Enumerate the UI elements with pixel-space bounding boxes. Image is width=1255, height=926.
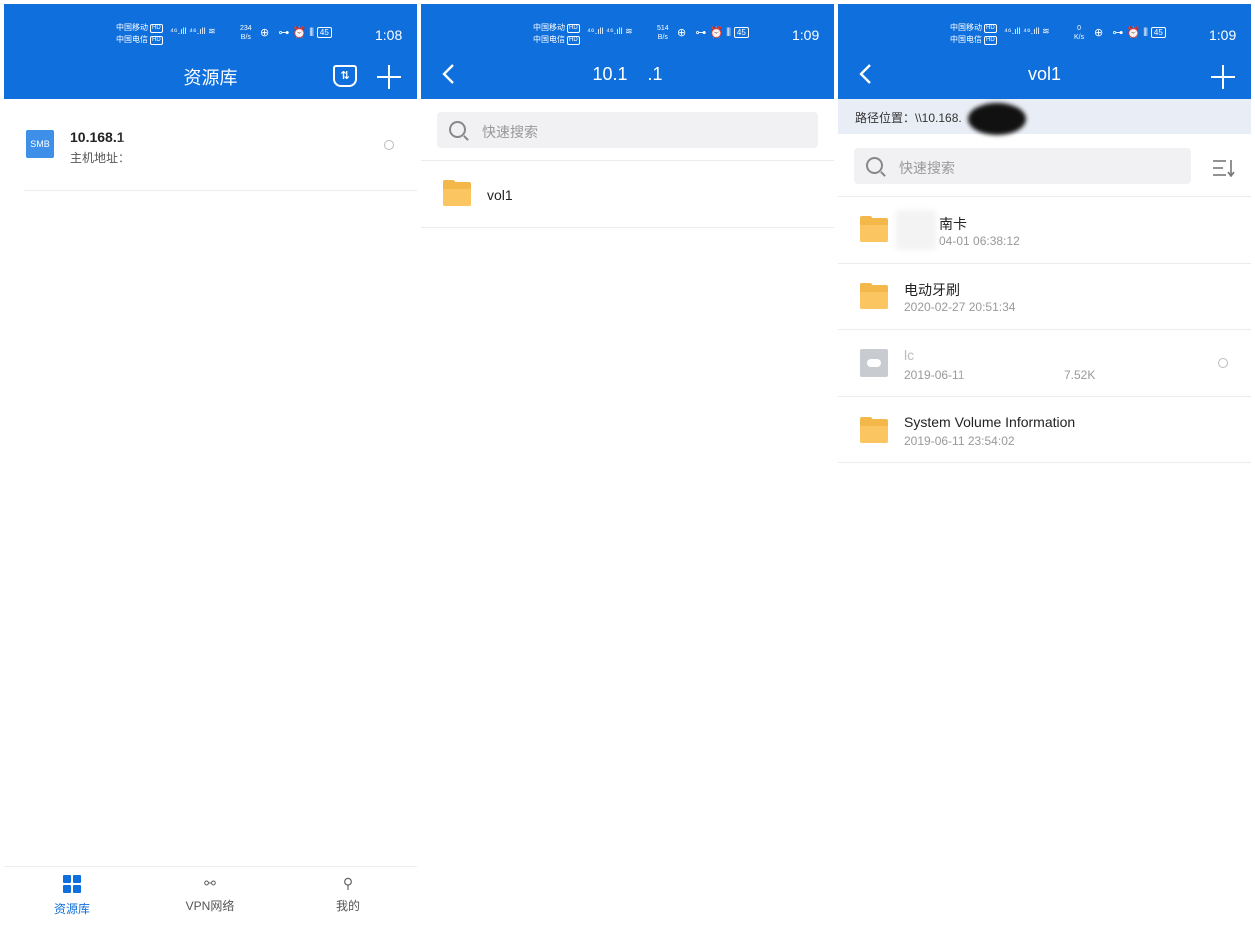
screen-library: 中国移动 HD 中国电信 HD ⁴⁶.ıll ⁴⁶.ıll ≋ 234 B/s ⊕ ⊶…	[4, 4, 417, 926]
user-icon: ⚲	[342, 875, 354, 891]
select-radio[interactable]	[384, 140, 394, 150]
nav-library[interactable]: 资源库	[22, 875, 122, 917]
item-date: 2019-06-11 23:54:02	[904, 434, 1015, 448]
redaction	[968, 103, 1026, 135]
nav-library-label: 资源库	[53, 902, 90, 916]
bottom-navigation: 资源库 ⚯ VPN网络 ⚲ 我的	[4, 866, 417, 926]
item-size: 7.52K	[1064, 368, 1096, 382]
path-bar: 路径位置：\\10.168. .1	[838, 99, 1251, 135]
item-date: 04-01 06:38:12	[939, 234, 1020, 248]
status-icons: ⊕ ⊶ ⏰ ⫴ 45	[260, 26, 332, 40]
grid-icon	[63, 875, 81, 893]
divider	[838, 196, 1251, 197]
divider	[421, 160, 834, 161]
signal-icon: ⁴⁶.ıll ⁴⁶.ıll ≋	[170, 26, 216, 36]
vpn-icon: ⚯	[204, 875, 216, 891]
carrier-labels: 中国移动 HD 中国电信 HD	[116, 23, 163, 45]
carrier-labels: 中国移动 HD 中国电信 HD	[533, 23, 580, 45]
signal-icon: ⁴⁶.ıll ⁴⁶.ıll ≋	[587, 26, 633, 36]
divider	[24, 190, 417, 191]
folder-icon	[860, 283, 888, 309]
search-input[interactable]: 快速搜索	[437, 112, 818, 148]
divider	[838, 462, 1251, 463]
redaction	[896, 210, 936, 250]
item-date: 2019-06-11	[904, 368, 965, 382]
clock: 1:09	[792, 27, 820, 43]
search-placeholder: 快速搜索	[899, 160, 955, 176]
nav-me[interactable]: ⚲ 我的	[298, 875, 398, 914]
carrier-1: 中国移动	[116, 23, 148, 32]
item-name: vol1	[487, 187, 513, 203]
clock: 1:09	[1209, 27, 1237, 43]
folder-icon	[860, 417, 888, 443]
folder-icon	[860, 216, 888, 242]
status-icons: ⊕ ⊶ ⏰ ⫴ 45	[677, 26, 749, 40]
battery-icon: 45	[316, 27, 332, 38]
nav-vpn[interactable]: ⚯ VPN网络	[160, 875, 260, 914]
sort-icon[interactable]	[1213, 159, 1235, 177]
status-bar: 中国移动 HD 中国电信 HD ⁴⁶.ıll ⁴⁶.ıll ≋ 514 B/s ⊕ ⊶…	[421, 4, 834, 54]
divider	[421, 227, 834, 228]
network-speed: 514 B/s	[657, 25, 669, 41]
divider	[838, 396, 1251, 397]
folder-icon	[443, 180, 471, 206]
carrier-2: 中国电信	[116, 35, 148, 44]
app-header: 中国移动 HD 中国电信 HD ⁴⁶.ıll ⁴⁶.ıll ≋ 0 K/s ⊕ ⊶ ⏰…	[838, 4, 1251, 99]
network-speed: 0 K/s	[1074, 25, 1085, 41]
clock: 1:08	[375, 27, 403, 43]
app-header: 中国移动 HD 中国电信 HD ⁴⁶.ıll ⁴⁶.ıll ≋ 514 B/s ⊕ ⊶…	[421, 4, 834, 99]
cloud-file-icon	[860, 349, 888, 377]
battery-icon: 45	[733, 27, 749, 38]
page-title: vol1	[1027, 64, 1062, 84]
search-icon	[866, 157, 883, 174]
add-button[interactable]	[1211, 65, 1235, 89]
screen-folder: 中国移动 HD 中国电信 HD ⁴⁶.ıll ⁴⁶.ıll ≋ 0 K/s ⊕ ⊶ ⏰…	[838, 4, 1251, 926]
status-icons: ⊕ ⊶ ⏰ ⫴ 45	[1094, 26, 1166, 40]
status-bar: 中国移动 HD 中国电信 HD ⁴⁶.ıll ⁴⁶.ıll ≋ 234 B/s ⊕ ⊶…	[4, 4, 417, 54]
carrier-labels: 中国移动 HD 中国电信 HD	[950, 23, 997, 45]
divider	[838, 329, 1251, 330]
page-title: 10.1 .1	[592, 64, 663, 84]
screen-server: 中国移动 HD 中国电信 HD ⁴⁶.ıll ⁴⁶.ıll ≋ 514 B/s ⊕ ⊶…	[421, 4, 834, 926]
divider	[838, 263, 1251, 264]
battery-icon: 45	[1150, 27, 1166, 38]
add-button[interactable]	[377, 65, 401, 89]
transfer-icon[interactable]: ⇅	[333, 65, 357, 87]
network-speed: 234 B/s	[240, 25, 252, 41]
redaction	[964, 346, 1060, 386]
path-label: 路径位置：\\10.168. .1	[855, 111, 986, 125]
item-name: 南卡	[939, 216, 967, 232]
redaction	[124, 132, 164, 170]
select-radio[interactable]	[1218, 358, 1228, 368]
signal-icon: ⁴⁶.ıll ⁴⁶.ıll ≋	[1004, 26, 1050, 36]
search-input[interactable]: 快速搜索	[854, 148, 1191, 184]
server-address-label: 主机地址：	[70, 151, 131, 165]
item-name: lc	[904, 347, 915, 363]
item-name: System Volume Information	[904, 414, 1076, 430]
smb-icon: SMB	[26, 130, 54, 158]
status-bar: 中国移动 HD 中国电信 HD ⁴⁶.ıll ⁴⁶.ıll ≋ 0 K/s ⊕ ⊶ ⏰…	[838, 4, 1251, 54]
app-header: 中国移动 HD 中国电信 HD ⁴⁶.ıll ⁴⁶.ıll ≋ 234 B/s ⊕ ⊶…	[4, 4, 417, 99]
search-placeholder: 快速搜索	[482, 124, 538, 140]
item-date: 2020-02-27 20:51:34	[904, 300, 1016, 314]
server-name: 10.168.1	[70, 129, 125, 145]
nav-me-label: 我的	[335, 899, 360, 913]
item-name: 电动牙刷	[904, 282, 960, 298]
search-icon	[449, 121, 466, 138]
nav-vpn-label: VPN网络	[185, 899, 235, 913]
